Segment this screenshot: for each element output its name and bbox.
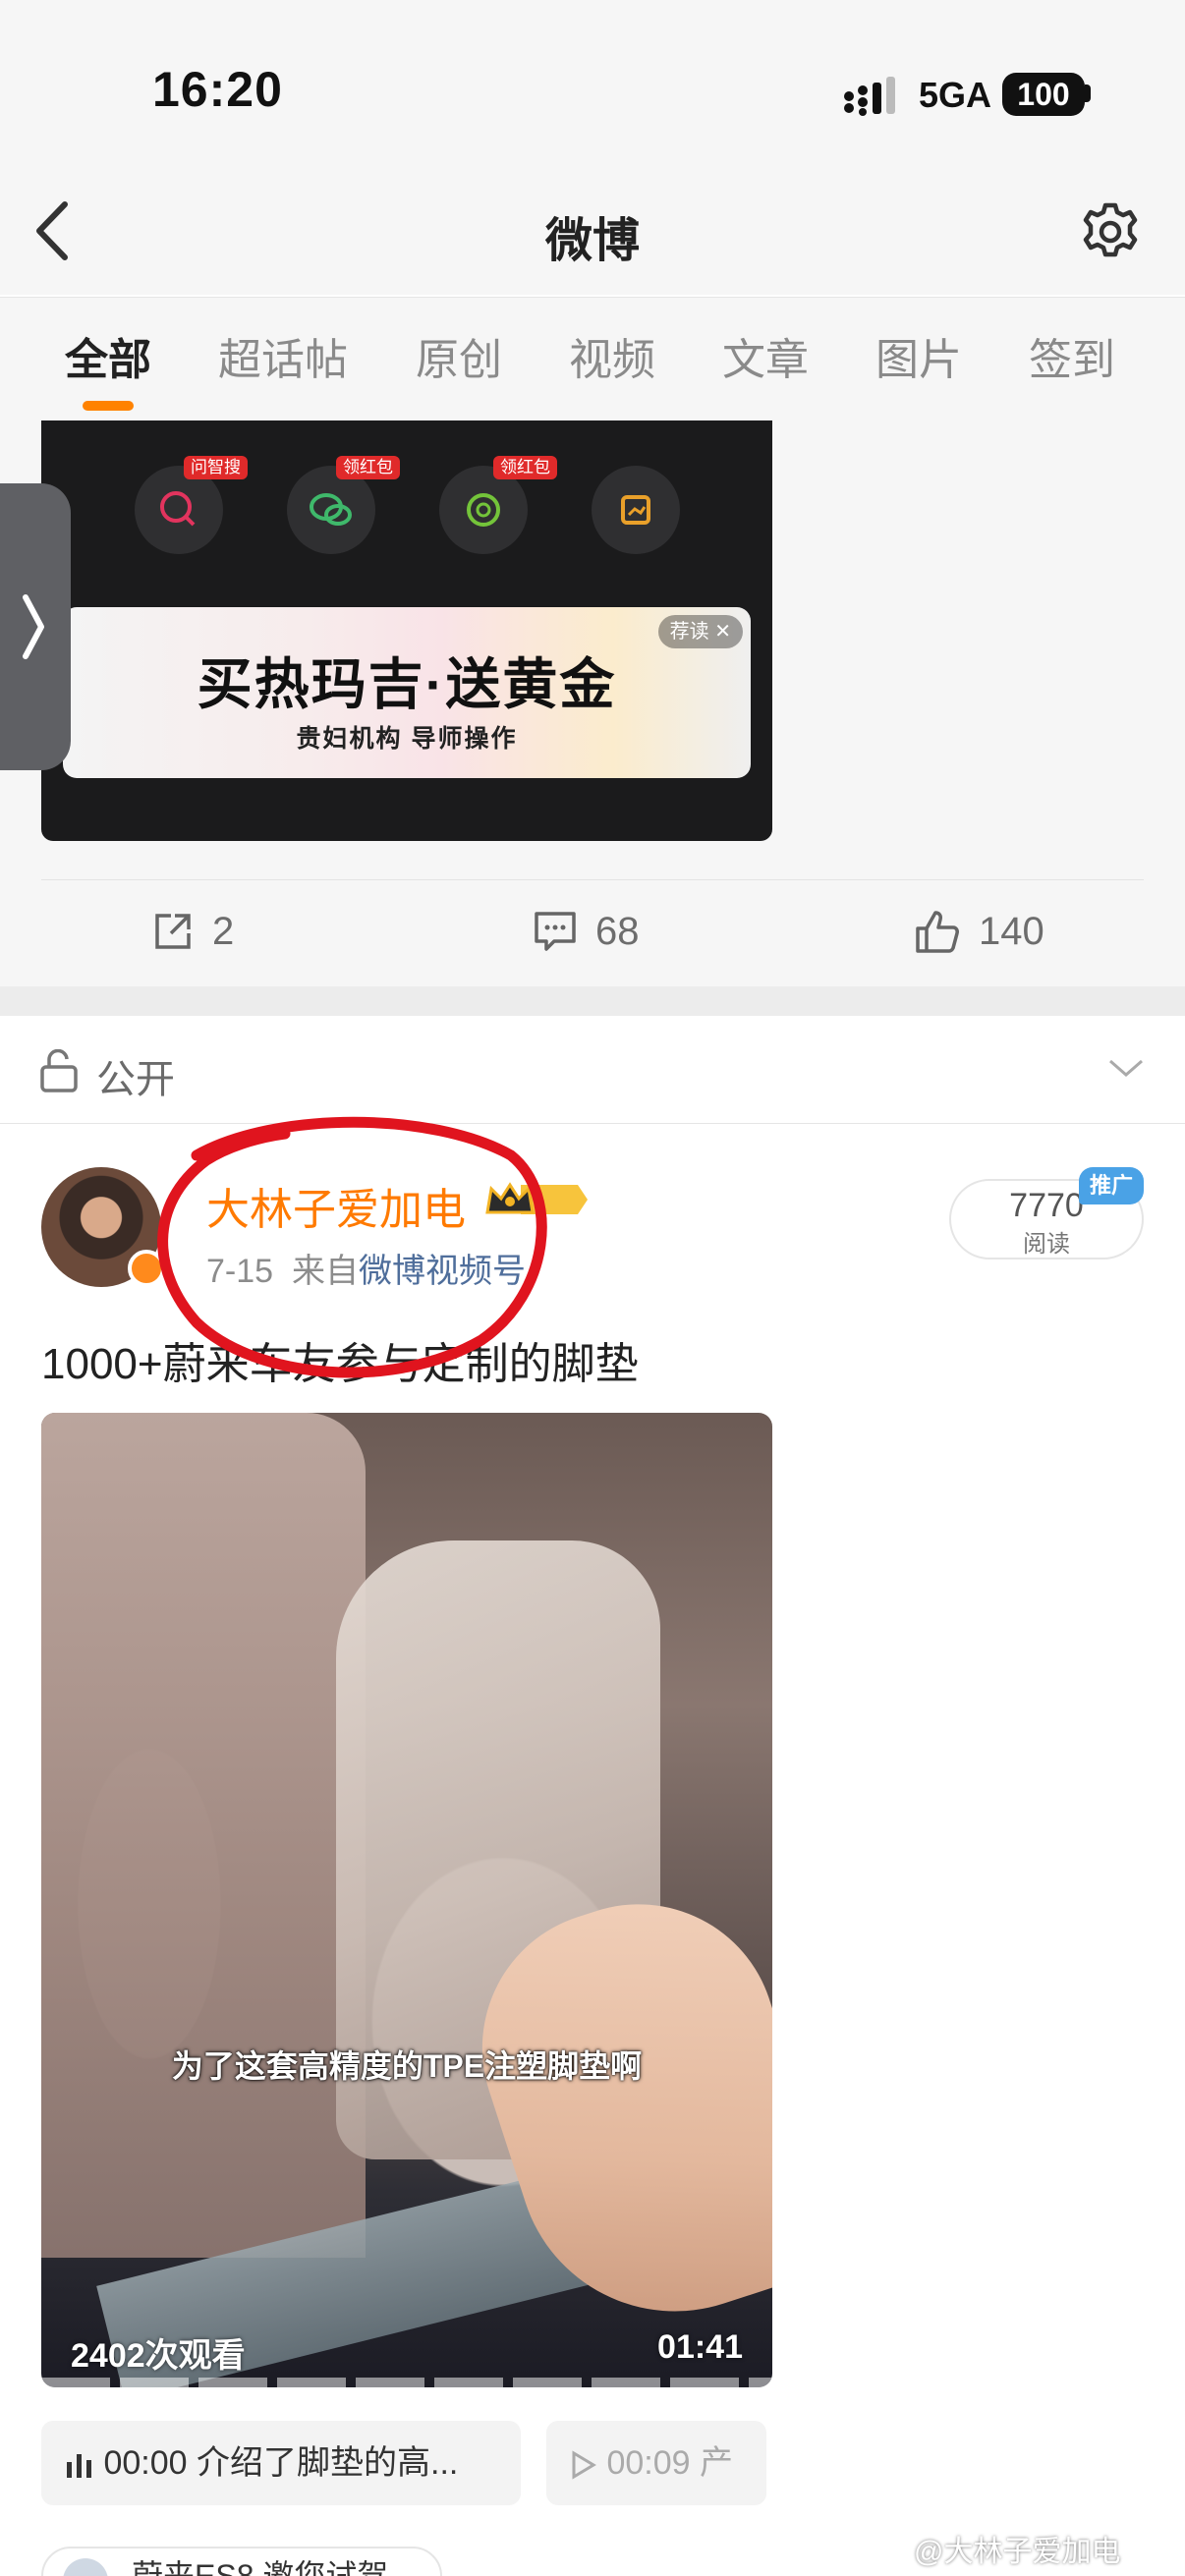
gear-icon[interactable] <box>1079 200 1142 263</box>
cellular-signal-icon <box>844 77 895 116</box>
chapter-label: 介绍了脚垫的高... <box>197 2444 459 2482</box>
like-count: 140 <box>979 909 1044 953</box>
like-button[interactable]: 140 <box>914 904 1044 959</box>
chapter-time: 00:09 <box>606 2444 691 2482</box>
repost-button[interactable]: 2 <box>151 904 234 959</box>
divider <box>41 879 1144 880</box>
tab-original[interactable]: 原创 <box>416 324 502 387</box>
chevron-right-icon <box>23 594 44 659</box>
network-type: 5GA <box>919 75 992 115</box>
unlock-icon <box>40 1049 78 1092</box>
chevron-down-icon[interactable] <box>1106 1057 1146 1081</box>
active-tab-indicator <box>83 401 134 411</box>
test-drive-label: 蔚来ES8 邀您试驾 <box>132 2558 389 2576</box>
ad-badge: 领红包 <box>336 456 400 479</box>
thumbs-up-icon <box>916 911 959 953</box>
image-download-icon <box>592 466 680 554</box>
status-time: 16:20 <box>152 62 283 117</box>
tab-images[interactable]: 图片 <box>875 324 962 387</box>
ad-title: 买热玛吉·送黄金 <box>197 653 617 715</box>
battery-icon <box>1085 84 1091 102</box>
test-drive-card[interactable]: 蔚来ES8 邀您试驾 <box>41 2547 442 2576</box>
video-view-count: 2402次观看 <box>71 2337 246 2375</box>
red-annotation-circle <box>157 1116 547 1378</box>
weibo-watermark: @大林子爱加电 <box>914 2536 1121 2568</box>
read-label: 阅读 <box>1023 1231 1070 1258</box>
comment-count: 68 <box>595 909 640 953</box>
ad-banner[interactable]: 买热玛吉·送黄金 贵妇机构 导师操作 荐读 ✕ <box>63 607 751 778</box>
chapter-time: 00:00 <box>103 2444 188 2482</box>
repost-count: 2 <box>212 909 235 953</box>
side-drawer-handle[interactable] <box>0 483 71 770</box>
ad-badge: 问智搜 <box>184 456 248 479</box>
promotion-badge: 推广 <box>1079 1167 1144 1204</box>
video-player[interactable]: 为了这套高精度的TPE注塑脚垫啊 2402次观看 01:41 <box>41 1413 772 2387</box>
chapter-chip[interactable]: 00:00 介绍了脚垫的高... <box>41 2421 521 2505</box>
ad-subtitle: 贵妇机构 导师操作 <box>296 725 518 753</box>
video-frame-seatback <box>41 1413 366 2258</box>
privacy-label: 公开 <box>96 1058 175 1101</box>
tab-articles[interactable]: 文章 <box>722 324 809 387</box>
share-icon <box>155 914 191 949</box>
comment-icon <box>535 912 576 951</box>
ad-image[interactable]: 问智搜 领红包 领红包 买热玛吉·送黄金 贵妇机构 导师操作 荐读 ✕ <box>41 420 772 841</box>
page-title: 微博 <box>544 215 640 267</box>
ad-close-button[interactable]: 荐读 ✕ <box>657 615 743 648</box>
video-duration: 01:41 <box>657 2328 743 2366</box>
audio-bars-icon <box>67 2454 91 2479</box>
tab-checkin[interactable]: 签到 <box>1029 324 1115 387</box>
comment-button[interactable]: 68 <box>533 904 640 959</box>
video-subtitle: 为了这套高精度的TPE注塑脚垫啊 <box>171 2048 643 2084</box>
chapter-label: 产 <box>700 2444 733 2482</box>
tab-video[interactable]: 视频 <box>569 324 655 387</box>
chapter-chip[interactable]: 00:09 产 <box>546 2421 766 2505</box>
play-icon <box>572 2450 596 2480</box>
video-chapter-progress <box>41 2378 772 2387</box>
tab-supertopic-posts[interactable]: 超话帖 <box>218 324 348 387</box>
ad-badge: 领红包 <box>493 456 557 479</box>
privacy-row[interactable] <box>0 1016 1185 1124</box>
car-brand-icon <box>63 2558 108 2576</box>
section-separator <box>0 986 1185 1016</box>
battery-level: 100 <box>1002 73 1085 116</box>
tab-all[interactable]: 全部 <box>65 324 151 387</box>
